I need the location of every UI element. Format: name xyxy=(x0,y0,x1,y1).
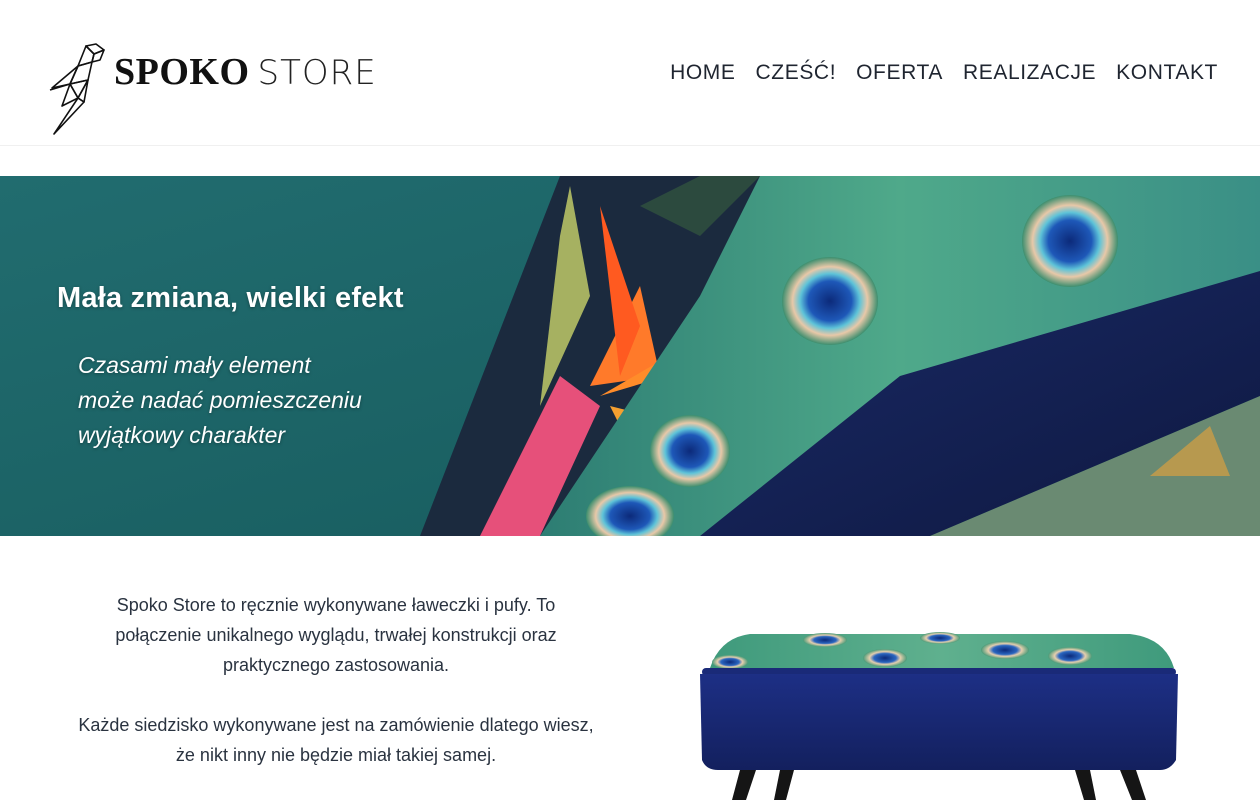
site-header: SPOKO STORE HOME CZEŚĆ! OFERTA REALIZACJE… xyxy=(0,0,1260,146)
bench-product-image xyxy=(700,632,1178,800)
nav-oferta[interactable]: OFERTA xyxy=(846,58,953,88)
nav-home[interactable]: HOME xyxy=(660,58,745,88)
origami-parrot-icon xyxy=(49,43,105,135)
main-navigation: HOME CZEŚĆ! OFERTA REALIZACJE KONTAKT xyxy=(660,58,1228,88)
site-logo[interactable]: SPOKO STORE xyxy=(48,40,393,138)
hero-subtitle-line: może nadać pomieszczeniu xyxy=(78,387,362,413)
intro-paragraph-1: Spoko Store to ręcznie wykonywane ławecz… xyxy=(115,595,557,675)
nav-czesc[interactable]: CZEŚĆ! xyxy=(746,58,847,88)
intro-paragraph-2: Każde siedzisko wykonywane jest na zamów… xyxy=(78,715,594,765)
hero-subtitle-line: wyjątkowy charakter xyxy=(78,422,286,448)
brand-name-bold: SPOKO xyxy=(114,51,250,93)
brand-name-light: STORE xyxy=(257,53,377,93)
hero-title: Mała zmiana, wielki efekt xyxy=(57,282,404,314)
nav-kontakt[interactable]: KONTAKT xyxy=(1106,58,1228,88)
hero-subtitle: Czasami mały element może nadać pomieszc… xyxy=(78,348,362,453)
hero-subtitle-line: Czasami mały element xyxy=(78,352,311,378)
intro-text: Spoko Store to ręcznie wykonywane ławecz… xyxy=(76,590,596,800)
nav-realizacje[interactable]: REALIZACJE xyxy=(953,58,1106,88)
hero-banner: Mała zmiana, wielki efekt Czasami mały e… xyxy=(0,176,1260,536)
